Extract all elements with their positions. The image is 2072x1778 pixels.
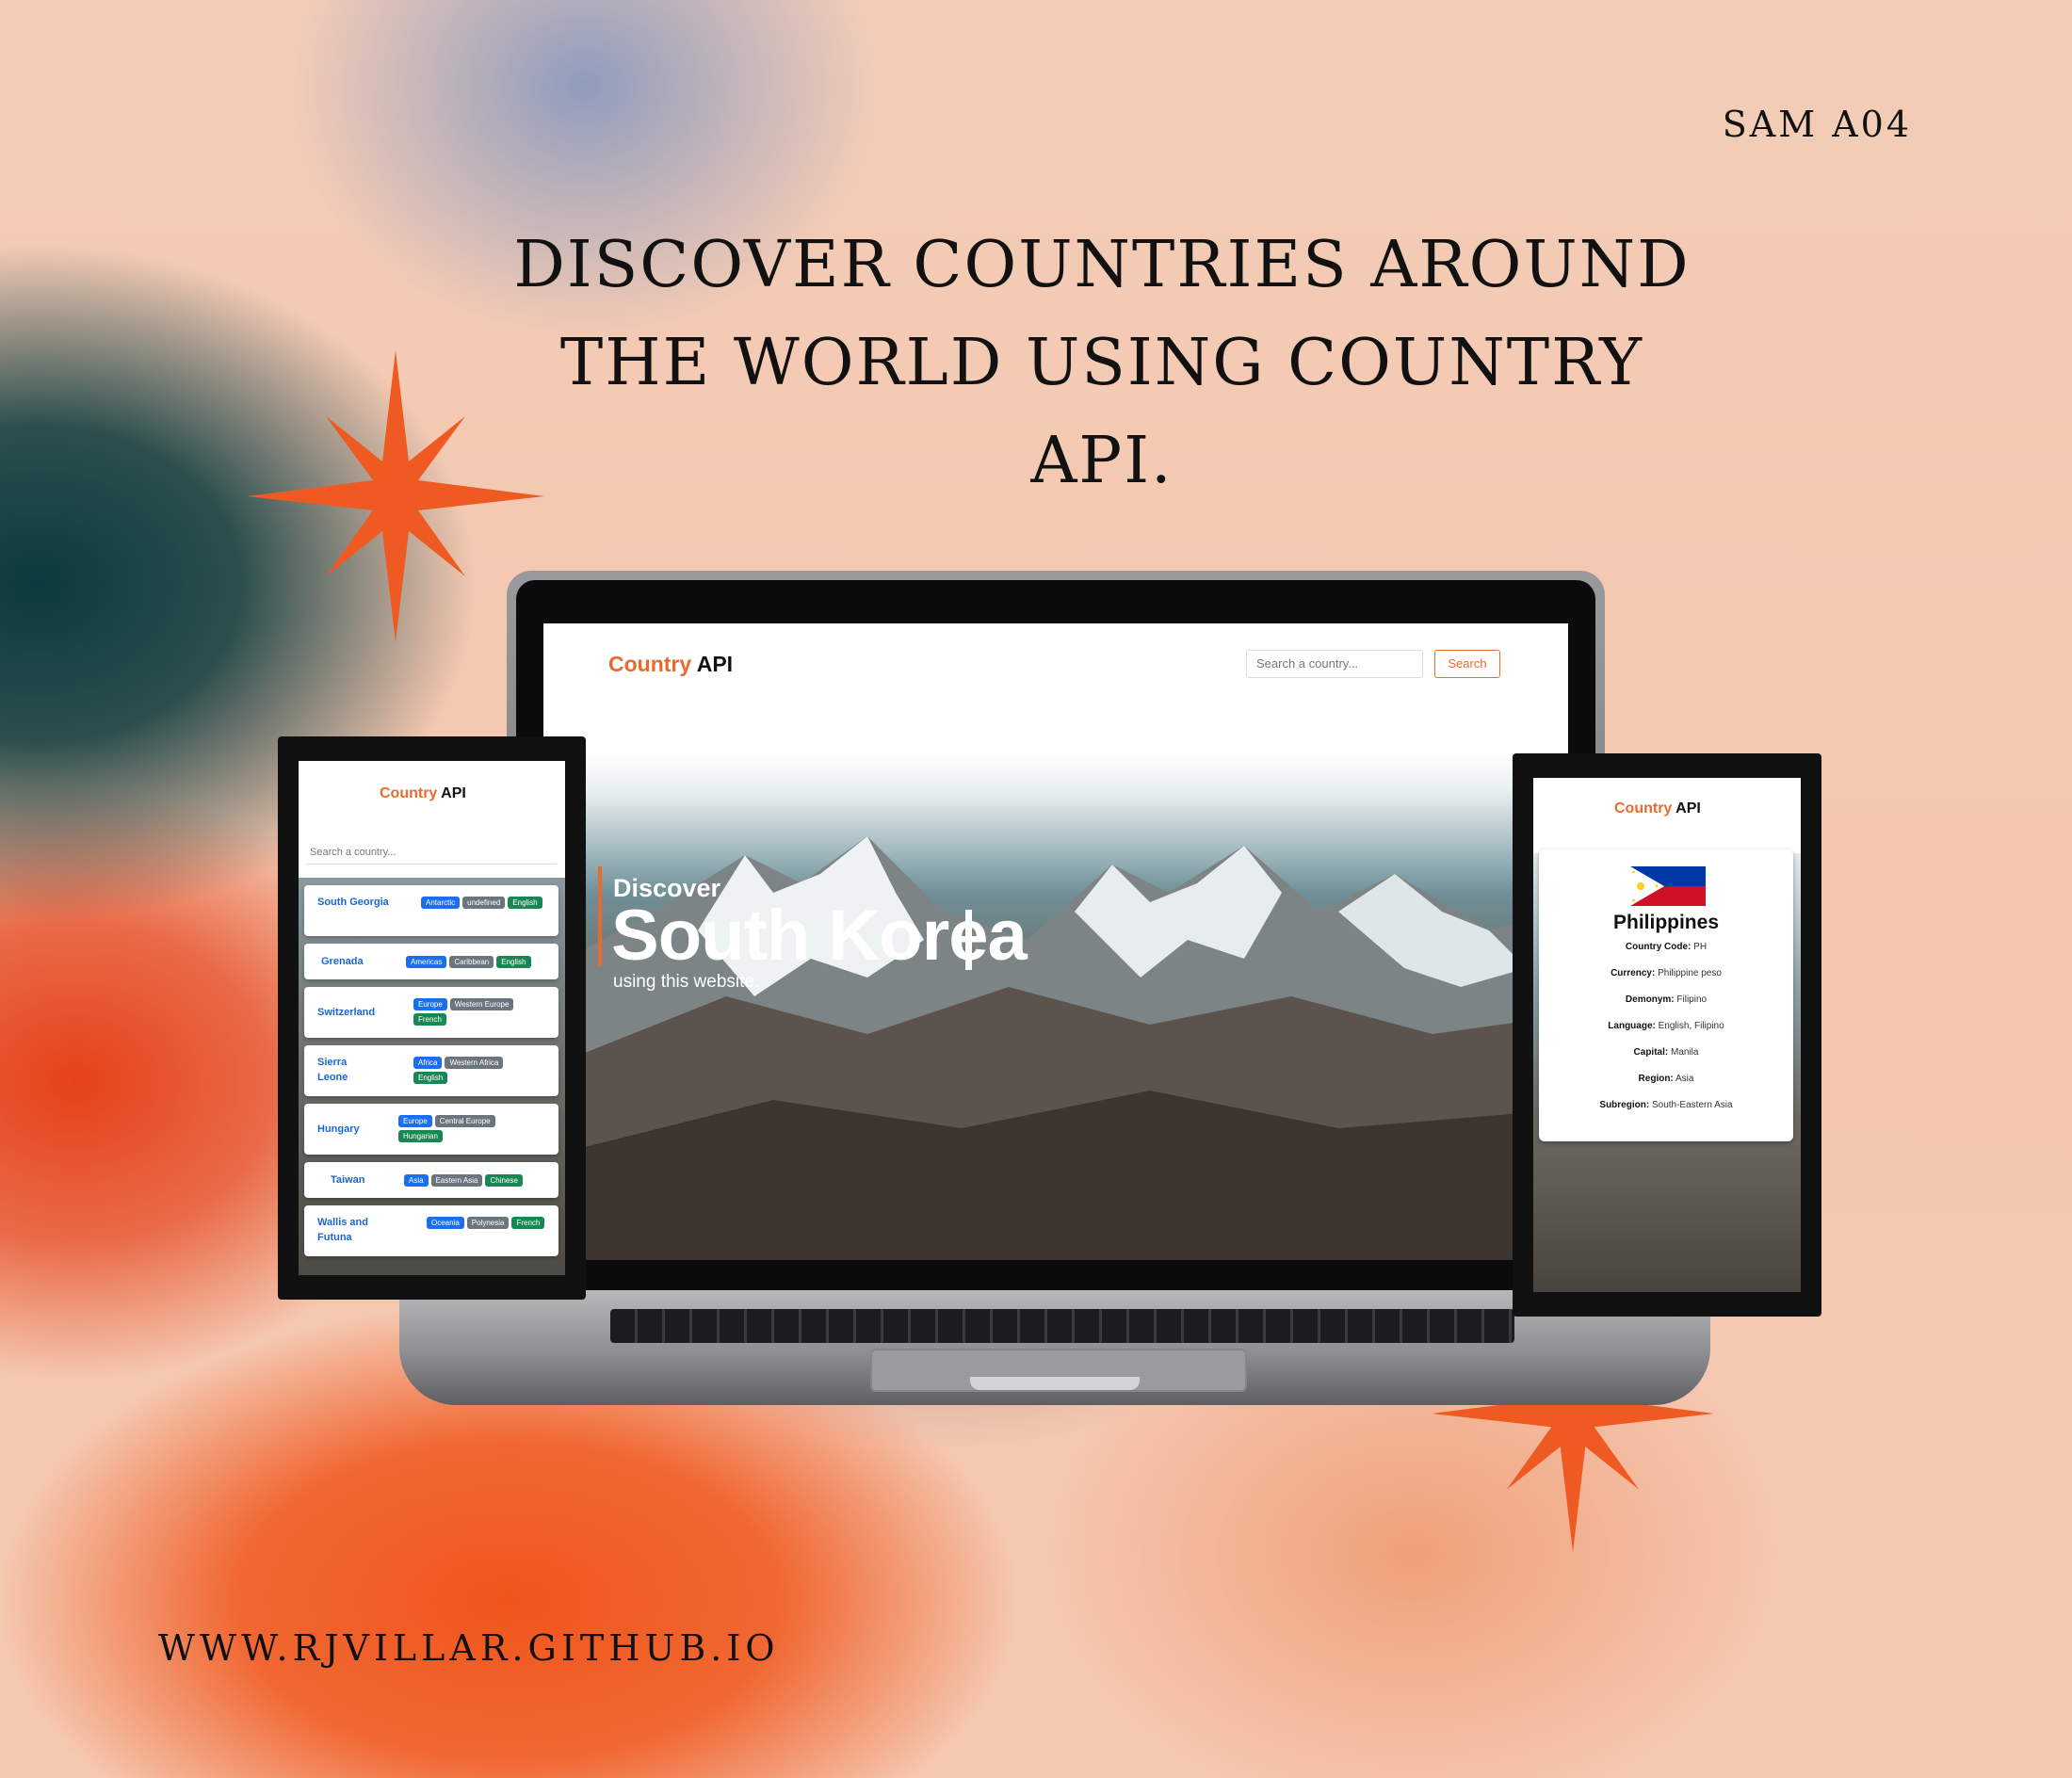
country-list-item[interactable]: Taiwan Asia Eastern Asia Chinese: [304, 1162, 558, 1198]
country-name: Wallis and Futuna: [317, 1217, 368, 1243]
language-tag: Chinese: [485, 1174, 523, 1187]
hero-country-title: South Korea: [611, 896, 1028, 976]
detail-capital: Capital: Manila: [1633, 1047, 1699, 1058]
poster-tag: SAM A04: [1722, 104, 1912, 145]
country-list-item[interactable]: Hungary Europe Central Europe Hungarian: [304, 1104, 558, 1155]
country-list-item[interactable]: Grenada Americas Caribbean English: [304, 944, 558, 979]
country-name: Switzerland: [317, 1007, 376, 1018]
hero-accent-bar: [598, 866, 602, 966]
headline: DISCOVER COUNTRIES AROUND THE WORLD USIN…: [490, 217, 1714, 510]
language-tag: Hungarian: [398, 1130, 443, 1142]
language-tag: English: [496, 956, 531, 968]
language-tag: English: [413, 1072, 448, 1084]
logo-rest: API: [437, 785, 466, 801]
country-detail-card: Philippines Country Code: PH Currency: P…: [1539, 849, 1793, 1141]
country-list-item[interactable]: South Georgia Antarctic undefined Englis…: [304, 885, 558, 936]
logo-accent: Country: [380, 785, 438, 801]
logo-rest: API: [1672, 800, 1701, 816]
subregion-tag: undefined: [462, 897, 506, 909]
laptop-keyboard: [610, 1309, 1514, 1343]
philippines-flag-icon: [1630, 866, 1706, 906]
search-input[interactable]: Search a country...: [306, 840, 557, 865]
sparkle-star-icon-top: [247, 350, 544, 642]
country-tags: Europe Central Europe Hungarian: [398, 1115, 521, 1142]
site-logo[interactable]: Country API: [608, 652, 733, 677]
region-tag: Europe: [413, 998, 447, 1010]
subregion-tag: Polynesia: [466, 1217, 510, 1229]
country-name: Taiwan: [331, 1174, 365, 1186]
site-logo[interactable]: Country API: [380, 785, 466, 802]
hero-subtitle: using this website.: [613, 972, 760, 992]
country-name: South Georgia: [317, 897, 389, 908]
phone-left-screen: Country API Search a country... South Ge…: [299, 761, 565, 1275]
language-tag: French: [413, 1013, 446, 1026]
country-tags: Asia Eastern Asia Chinese: [404, 1174, 555, 1187]
detail-currency: Currency: Philippine peso: [1611, 968, 1722, 978]
headline-line-2: THE WORLD USING COUNTRY API.: [559, 326, 1644, 498]
country-tags: Americas Caribbean English: [406, 956, 557, 968]
phone-mockup-left: Country API Search a country... South Ge…: [278, 736, 586, 1300]
typing-cursor: [965, 910, 972, 970]
country-title: Philippines: [1612, 912, 1719, 933]
laptop-screen: Country API Search a country... Search D…: [543, 623, 1568, 1260]
phone-right-screen: Country API Philippines Country Code: PH…: [1533, 778, 1801, 1292]
language-tag: French: [511, 1217, 545, 1229]
country-tags: Europe Western Europe French: [413, 998, 536, 1026]
search-button[interactable]: Search: [1434, 650, 1500, 678]
detail-subregion: Subregion: South-Eastern Asia: [1599, 1100, 1733, 1110]
region-tag: Europe: [398, 1115, 432, 1127]
country-tags: Africa Western Africa English: [413, 1057, 536, 1084]
detail-language: Language: English, Filipino: [1608, 1021, 1724, 1031]
country-list-item[interactable]: Wallis and Futuna Oceania Polynesia Fren…: [304, 1205, 558, 1256]
detail-region: Region: Asia: [1638, 1074, 1694, 1084]
logo-accent: Country: [1614, 800, 1673, 816]
phone-mockup-right: Country API Philippines Country Code: PH…: [1513, 753, 1821, 1317]
subregion-tag: Western Europe: [449, 998, 514, 1010]
region-tag: Oceania: [427, 1217, 464, 1229]
country-name: Hungary: [317, 1123, 360, 1135]
subregion-tag: Eastern Asia: [430, 1174, 483, 1187]
region-tag: Asia: [404, 1174, 429, 1187]
country-list-item[interactable]: Switzerland Europe Western Europe French: [304, 987, 558, 1038]
detail-country-code: Country Code: PH: [1625, 942, 1708, 952]
logo-rest: API: [691, 652, 734, 676]
language-tag: English: [508, 897, 542, 909]
laptop-notch: [970, 1377, 1140, 1390]
logo-accent: Country: [608, 652, 692, 676]
region-tag: Americas: [406, 956, 447, 968]
subregion-tag: Caribbean: [449, 956, 494, 968]
search-input[interactable]: Search a country...: [1246, 650, 1423, 678]
subregion-tag: Western Africa: [445, 1057, 504, 1069]
country-name: Sierra Leone: [317, 1057, 348, 1083]
site-navbar: Country API Search a country... Search: [543, 623, 1568, 704]
region-tag: Antarctic: [421, 897, 461, 909]
site-logo[interactable]: Country API: [1614, 800, 1701, 817]
subregion-tag: Central Europe: [434, 1115, 495, 1127]
country-name: Grenada: [321, 956, 364, 967]
country-tags: Oceania Polynesia French: [427, 1217, 549, 1229]
mountain-illustration: [585, 836, 1568, 1260]
website-url[interactable]: WWW.RJVILLAR.GITHUB.IO: [158, 1627, 780, 1669]
hero-banner: Discover South Korea using this website.: [585, 752, 1568, 1260]
detail-demonym: Demonym: Filipino: [1625, 994, 1708, 1005]
region-tag: Africa: [413, 1057, 443, 1069]
country-list-item[interactable]: Sierra Leone Africa Western Africa Engli…: [304, 1045, 558, 1096]
country-tags: Antarctic undefined English: [421, 897, 543, 909]
headline-line-1: DISCOVER COUNTRIES AROUND: [513, 228, 1691, 302]
